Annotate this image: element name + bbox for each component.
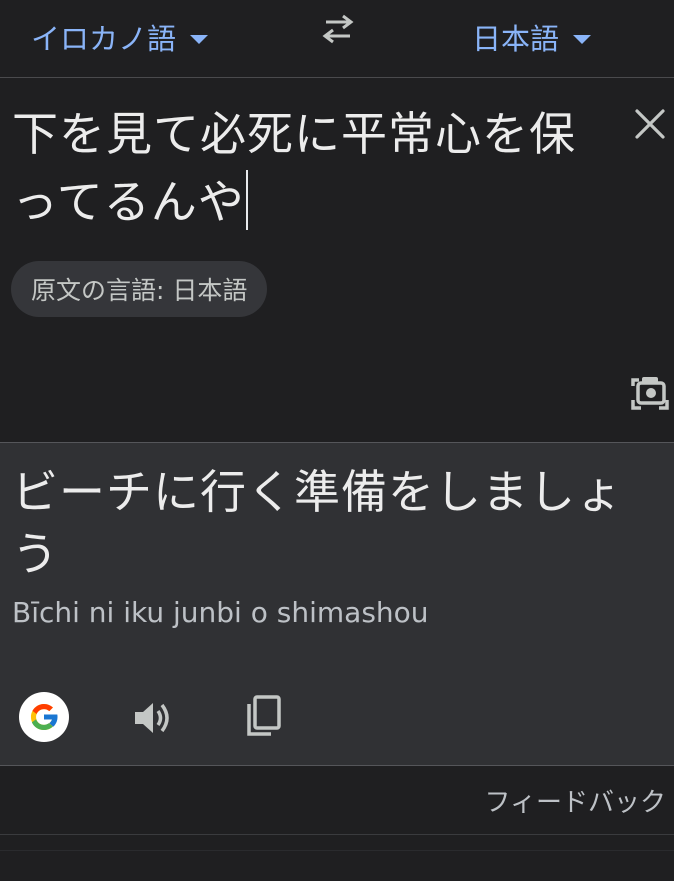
copy-translation-button[interactable] bbox=[240, 693, 286, 739]
google-logo-icon bbox=[30, 703, 58, 731]
source-language-label: イロカノ語 bbox=[31, 22, 177, 56]
target-language-button[interactable]: 日本語 bbox=[472, 14, 592, 60]
detected-language-label: 原文の言語: 日本語 bbox=[31, 276, 248, 305]
target-language-label: 日本語 bbox=[472, 22, 560, 56]
translation-output-area: ビーチに行く準備をしましょう Bīchi ni iku junbi o shim… bbox=[0, 443, 674, 766]
translate-page: イロカノ語 日本語 下を見て必死に平常心を保ってるんや 原文の言語: 日本語 ビ… bbox=[0, 0, 674, 881]
swap-languages-button[interactable] bbox=[312, 6, 364, 52]
speaker-icon bbox=[135, 703, 169, 733]
output-actions bbox=[0, 689, 674, 745]
source-text: 下を見て必死に平常心を保ってるんや bbox=[12, 107, 576, 229]
google-search-button[interactable] bbox=[19, 692, 69, 742]
feedback-link[interactable]: フィードバック bbox=[485, 782, 666, 819]
feedback-bar: フィードバック bbox=[0, 766, 674, 835]
close-icon bbox=[635, 109, 665, 139]
camera-button[interactable] bbox=[626, 370, 674, 418]
caret-down-icon bbox=[573, 34, 592, 44]
text-cursor bbox=[245, 170, 248, 230]
translated-text: ビーチに行く準備をしましょう bbox=[12, 465, 623, 581]
source-text-input[interactable]: 下を見て必死に平常心を保ってるんや bbox=[12, 100, 592, 236]
caret-down-icon bbox=[190, 34, 209, 44]
source-input-area[interactable]: 下を見て必死に平常心を保ってるんや 原文の言語: 日本語 bbox=[0, 78, 674, 443]
camera-icon bbox=[631, 377, 669, 410]
listen-button[interactable] bbox=[130, 695, 176, 741]
bottom-strip bbox=[0, 850, 674, 881]
source-language-button[interactable]: イロカノ語 bbox=[31, 14, 209, 60]
language-bar: イロカノ語 日本語 bbox=[0, 0, 674, 78]
clear-text-button[interactable] bbox=[626, 100, 674, 148]
detected-language-chip[interactable]: 原文の言語: 日本語 bbox=[11, 261, 268, 317]
swap-arrows-icon bbox=[322, 14, 354, 44]
copy-icon bbox=[247, 695, 281, 736]
romanized-text: Bīchi ni iku junbi o shimashou bbox=[12, 596, 429, 629]
